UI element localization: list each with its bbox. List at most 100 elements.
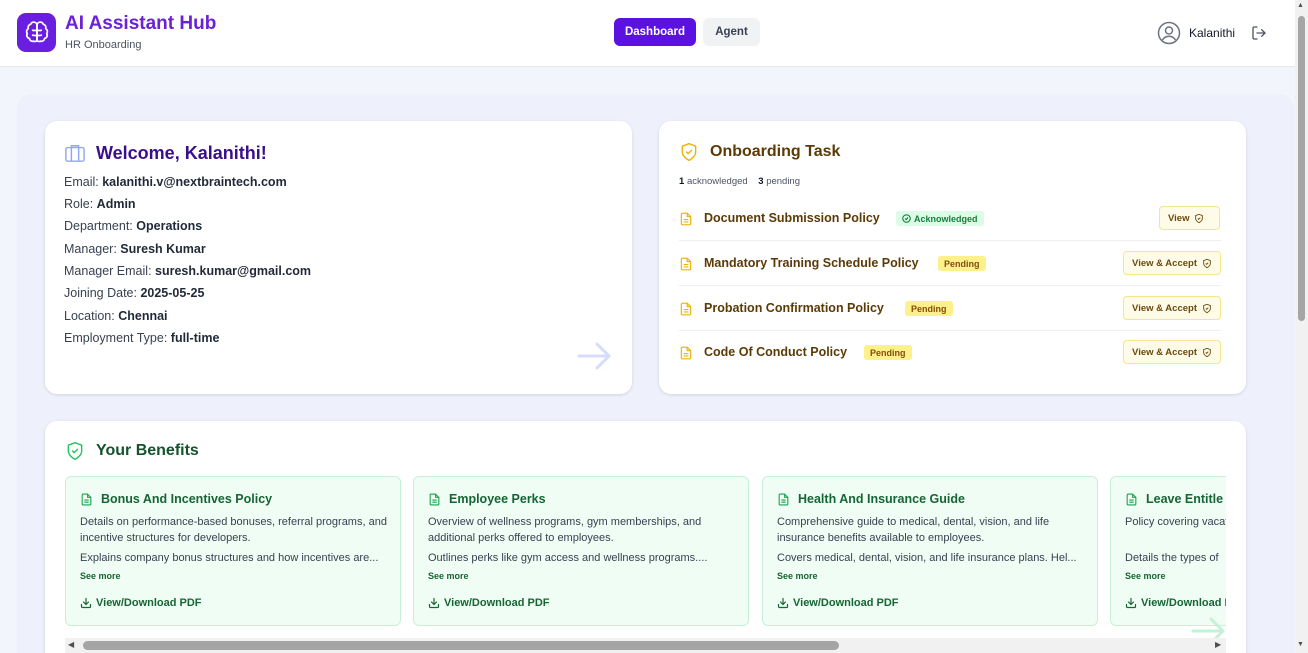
view-button[interactable]: View <box>1159 206 1220 230</box>
shield-check-icon <box>1195 213 1204 223</box>
info-email: Email: kalanithi.v@nextbraintech.com <box>64 175 287 189</box>
horizontal-scroll-thumb[interactable] <box>83 641 839 650</box>
task-row: Probation Confirmation Policy Pending Vi… <box>679 286 1221 331</box>
view-accept-button[interactable]: View & Accept <box>1123 296 1221 320</box>
scroll-down-icon[interactable]: ▼ <box>1297 641 1304 648</box>
see-more-link[interactable]: See more <box>777 571 818 581</box>
download-pdf-link[interactable]: View/Download PDF <box>428 597 550 609</box>
info-location: Location: Chennai <box>64 309 168 323</box>
welcome-card: Welcome, Kalanithi! Email: kalanithi.v@n… <box>45 121 632 394</box>
download-icon <box>80 597 92 609</box>
status-badge: Pending <box>864 345 912 360</box>
welcome-title: Welcome, Kalanithi! <box>96 143 267 163</box>
view-button-label: View <box>1168 212 1190 224</box>
shield-check-icon <box>1203 347 1211 357</box>
task-name: Mandatory Training Schedule Policy <box>704 256 919 270</box>
shield-check-icon <box>65 440 85 467</box>
see-more-link[interactable]: See more <box>428 571 469 581</box>
shield-check-icon <box>1203 258 1211 268</box>
check-circle-icon <box>902 214 911 223</box>
download-icon <box>777 597 789 609</box>
benefit-title: Health And Insurance Guide <box>798 492 965 506</box>
benefit-title: Leave Entitle <box>1146 492 1224 506</box>
task-name: Probation Confirmation Policy <box>704 301 884 315</box>
download-pdf-label: View/Download PDF <box>96 597 202 609</box>
document-icon <box>679 256 693 277</box>
download-pdf-link[interactable]: View/Download PDF <box>80 597 202 609</box>
benefit-card: Health And Insurance Guide Comprehensive… <box>762 476 1098 626</box>
document-icon <box>679 301 693 322</box>
horizontal-scrollbar[interactable]: ◀ ▶ <box>65 638 1226 653</box>
benefits-card: Your Benefits Bonus And Incentives Polic… <box>45 421 1246 653</box>
view-accept-button-label: View & Accept <box>1132 257 1197 269</box>
document-icon <box>428 492 441 512</box>
benefit-card: Employee Perks Overview of wellness prog… <box>413 476 749 626</box>
info-manager-email: Manager Email: suresh.kumar@gmail.com <box>64 264 312 278</box>
task-name: Document Submission Policy <box>704 211 880 225</box>
benefit-detail: Outlines perks like gym access and welln… <box>428 552 708 564</box>
document-icon <box>80 492 93 512</box>
document-icon <box>679 345 693 366</box>
nav-agent-button[interactable]: Agent <box>703 18 760 46</box>
info-department: Department: Operations <box>64 219 203 233</box>
app-title: AI Assistant Hub <box>65 13 217 34</box>
see-more-link[interactable]: See more <box>80 571 121 581</box>
shield-check-icon <box>679 141 699 168</box>
benefit-title: Employee Perks <box>449 492 546 506</box>
download-icon <box>428 597 440 609</box>
benefit-detail: Explains company bonus structures and ho… <box>80 552 379 564</box>
arrow-right-icon <box>577 341 613 376</box>
download-pdf-link[interactable]: View/Download PDF <box>777 597 899 609</box>
user-name: Kalanithi <box>1189 26 1236 40</box>
document-icon <box>777 492 790 512</box>
view-accept-button-label: View & Accept <box>1132 302 1197 314</box>
status-badge: Acknowledged <box>896 211 984 226</box>
view-accept-button-label: View & Accept <box>1132 346 1197 358</box>
app-subtitle: HR Onboarding <box>65 39 142 51</box>
benefit-description: Details on performance-based bonuses, re… <box>80 516 387 544</box>
scroll-left-icon[interactable]: ◀ <box>68 640 74 649</box>
info-manager: Manager: Suresh Kumar <box>64 242 206 256</box>
onboarding-task-title: Onboarding Task <box>710 143 841 160</box>
download-pdf-label: View/Download PDF <box>1141 597 1226 609</box>
task-name: Code Of Conduct Policy <box>704 345 848 359</box>
view-accept-button[interactable]: View & Accept <box>1123 251 1221 275</box>
document-icon <box>679 211 693 232</box>
info-employment-type: Employment Type: full-time <box>64 331 220 345</box>
vertical-scrollbar[interactable]: ▲ ▼ <box>1295 0 1308 653</box>
benefit-detail: Details the types of <box>1125 552 1219 564</box>
status-badge: Pending <box>905 301 953 316</box>
benefit-card: Bonus And Incentives Policy Details on p… <box>65 476 401 626</box>
logout-icon[interactable] <box>1251 25 1267 46</box>
status-badge-label: Acknowledged <box>914 213 978 224</box>
nav-dashboard-button[interactable]: Dashboard <box>614 18 696 46</box>
benefits-title: Your Benefits <box>96 442 199 459</box>
info-role: Role: Admin <box>64 197 136 211</box>
scroll-right-icon[interactable]: ▶ <box>1215 640 1221 649</box>
document-icon <box>1125 492 1138 512</box>
status-badge: Pending <box>938 256 986 271</box>
brain-logo-icon[interactable] <box>17 13 56 52</box>
benefits-carousel[interactable]: Bonus And Incentives Policy Details on p… <box>65 476 1226 628</box>
task-row: Document Submission Policy Acknowledged … <box>679 196 1221 241</box>
vertical-scroll-thumb[interactable] <box>1298 16 1305 321</box>
benefit-title: Bonus And Incentives Policy <box>101 492 273 506</box>
onboarding-task-card: Onboarding Task 1 acknowledged 3 pending… <box>659 121 1246 394</box>
benefit-description: Overview of wellness programs, gym membe… <box>428 516 702 544</box>
download-pdf-link[interactable]: View/Download PDF <box>1125 597 1226 609</box>
download-pdf-label: View/Download PDF <box>444 597 550 609</box>
briefcase-icon <box>64 143 86 168</box>
top-header: AI Assistant Hub HR Onboarding Dashboard… <box>0 0 1295 67</box>
benefit-detail: Covers medical, dental, vision, and life… <box>777 552 1077 564</box>
download-icon <box>1125 597 1137 609</box>
task-row: Mandatory Training Schedule Policy Pendi… <box>679 241 1221 286</box>
user-avatar-icon[interactable] <box>1157 21 1181 50</box>
benefit-description: Policy covering vacat other time-off ben… <box>1125 516 1226 528</box>
view-accept-button[interactable]: View & Accept <box>1123 340 1221 364</box>
benefit-card: Leave Entitle Policy covering vacat othe… <box>1110 476 1226 626</box>
see-more-link[interactable]: See more <box>1125 571 1166 581</box>
scroll-up-icon[interactable]: ▲ <box>1297 2 1304 9</box>
benefit-description: Comprehensive guide to medical, dental, … <box>777 516 1050 544</box>
shield-check-icon <box>1203 303 1211 313</box>
info-joining-date: Joining Date: 2025-05-25 <box>64 286 205 300</box>
